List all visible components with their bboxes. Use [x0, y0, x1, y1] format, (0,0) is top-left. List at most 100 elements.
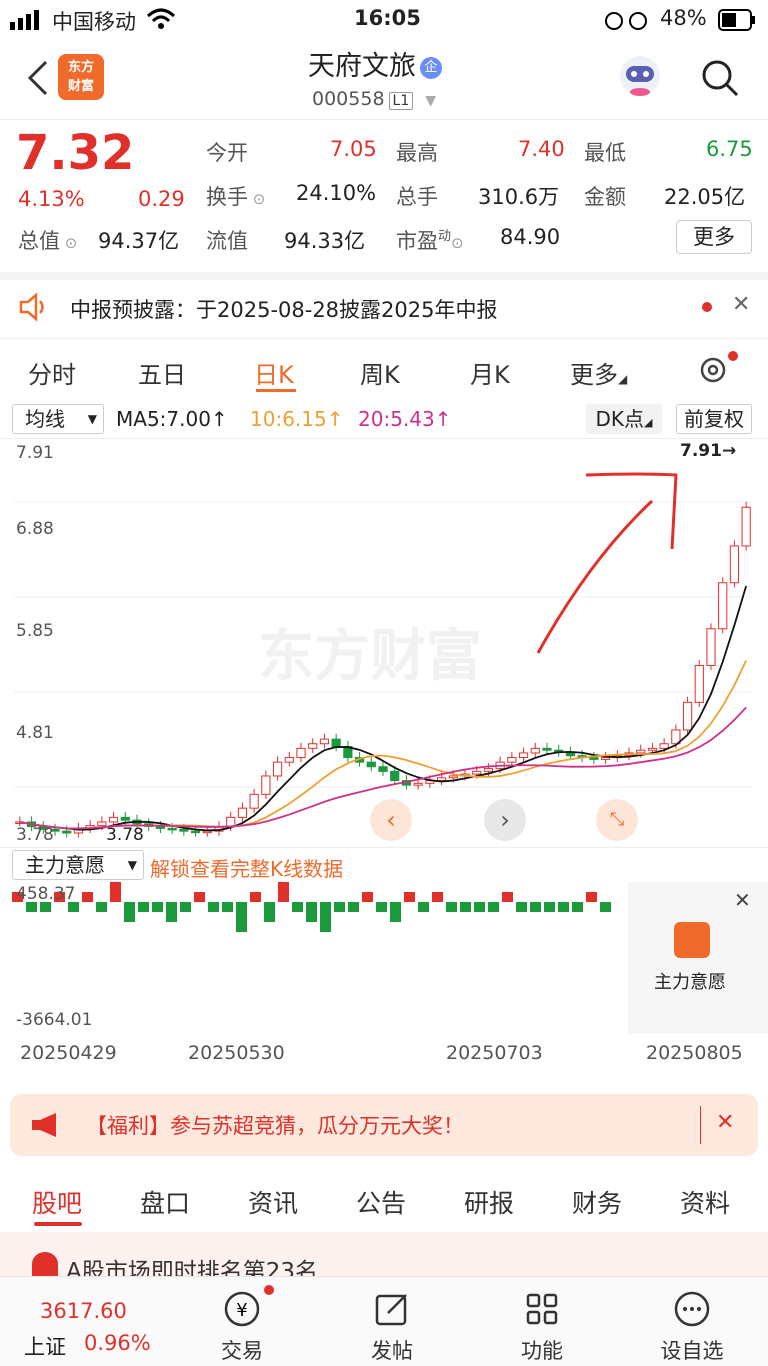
indicator-select[interactable]: 均线 ▼ — [12, 404, 104, 434]
assistant-robot-icon[interactable] — [618, 50, 662, 100]
search-icon[interactable] — [700, 58, 740, 98]
kline-chart[interactable]: 东方财富 7.91 6.88 5.85 4.81 3.78 7.91→ 3.78… — [0, 438, 768, 848]
candle-body — [167, 827, 177, 831]
active-tab-indicator — [34, 1222, 82, 1226]
svg-text:¥: ¥ — [236, 1300, 247, 1321]
level-badge: L1 — [388, 92, 414, 110]
tab-minute[interactable]: 分时 — [28, 355, 76, 390]
index-value[interactable]: 3617.60 — [40, 1299, 127, 1323]
more-quote-button[interactable]: 更多 — [676, 220, 752, 254]
indicator-bar — [250, 892, 261, 902]
candle-body — [741, 506, 751, 547]
function-icon[interactable] — [522, 1289, 562, 1329]
indicator-bar — [586, 892, 597, 902]
indicator-bar — [376, 902, 387, 912]
indicator-locked-panel[interactable]: ✕ 主力意愿 — [628, 882, 768, 1034]
nav-trade[interactable]: 交易 — [182, 1335, 302, 1365]
status-bar: 中国移动 16:05 48% — [0, 0, 768, 40]
volume-label: 总手 — [396, 185, 438, 209]
annotation-arrow — [536, 499, 654, 654]
stock-code[interactable]: 000558 L1 ▼ — [312, 88, 436, 110]
candle-body — [718, 582, 728, 630]
carrier: 中国移动 — [52, 10, 136, 34]
post-icon[interactable] — [372, 1289, 412, 1329]
indicator-bar — [474, 902, 485, 912]
nav-add-watchlist[interactable]: 设自选 — [632, 1335, 752, 1365]
candle-body — [694, 665, 704, 703]
enterprise-badge: 企 — [420, 56, 442, 79]
back-icon[interactable] — [24, 60, 50, 96]
indicator-bar — [446, 902, 457, 912]
candle-body — [272, 761, 283, 777]
speaker-icon — [19, 292, 44, 322]
promo-banner[interactable]: 【福利】参与苏超竞猜，瓜分万元大奖！ ✕ — [10, 1094, 758, 1156]
change-amount: 0.29 — [138, 187, 185, 211]
expand-icon[interactable]: ⤡ — [596, 799, 638, 841]
dk-point-button[interactable]: DK点◢ — [586, 404, 662, 434]
trade-icon[interactable]: ¥ — [222, 1289, 262, 1329]
gear-icon[interactable] — [696, 353, 730, 387]
candle-body — [542, 747, 552, 751]
tab-announcement[interactable]: 公告 — [356, 1184, 406, 1220]
indicator-svg — [12, 882, 611, 932]
kline-svg — [14, 472, 752, 838]
more-options-icon[interactable] — [672, 1289, 712, 1329]
candle-body — [530, 747, 540, 754]
rank-icon — [32, 1252, 58, 1276]
total-cap-label: 总值 ⊙ — [18, 229, 78, 253]
notice-bar[interactable]: 中报预披露：于2025-08-28披露2025年中报 ✕ — [0, 272, 768, 330]
candle-body — [261, 775, 271, 795]
chart-prev-button[interactable]: ‹ — [370, 799, 412, 841]
chart-next-button[interactable]: › — [484, 799, 526, 841]
nav-function[interactable]: 功能 — [482, 1335, 602, 1365]
indicator-bar — [334, 902, 345, 912]
indicator-bar — [544, 902, 555, 912]
candle-body — [120, 816, 130, 821]
tab-guba[interactable]: 股吧 — [32, 1184, 82, 1220]
tab-profile[interactable]: 资料 — [680, 1184, 730, 1220]
y-tick: 7.91 — [16, 443, 54, 463]
indicator-bar: 主力意愿 ▼ 解锁查看完整K线数据 — [0, 848, 768, 882]
stock-title: 天府文旅企 — [308, 44, 442, 83]
tab-finance[interactable]: 财务 — [572, 1184, 622, 1220]
candle-body — [413, 782, 423, 786]
tab-more[interactable]: 更多◢ — [570, 355, 627, 390]
indicator-bar — [390, 902, 401, 922]
amount-label: 金额 — [584, 185, 626, 209]
close-icon[interactable]: ✕ — [716, 1110, 734, 1135]
tab-pankou[interactable]: 盘口 — [140, 1184, 190, 1220]
nav-post[interactable]: 发帖 — [332, 1335, 452, 1365]
tab-five-day[interactable]: 五日 — [138, 355, 186, 390]
candle-body — [600, 757, 611, 760]
unlock-link[interactable]: 解锁查看完整K线数据 — [150, 853, 343, 882]
alarm-icon — [605, 12, 647, 30]
pe-label: 市盈动⊙ — [396, 229, 464, 253]
tab-daily-k[interactable]: 日K — [254, 355, 294, 390]
close-icon[interactable]: ✕ — [734, 888, 751, 912]
indicator-bar — [152, 902, 163, 912]
float-cap-label: 流值 — [206, 229, 248, 253]
indicator-bar — [418, 902, 429, 912]
tab-news[interactable]: 资讯 — [248, 1184, 298, 1220]
candle-body — [284, 757, 294, 763]
indicator-select[interactable]: 主力意愿 ▼ — [12, 850, 144, 880]
candle-body — [155, 826, 166, 829]
tab-weekly-k[interactable]: 周K — [360, 355, 400, 390]
candle-body — [518, 752, 529, 759]
close-icon[interactable]: ✕ — [732, 292, 750, 317]
banner-text: 【福利】参与苏超竞猜，瓜分万元大奖！ — [86, 1114, 464, 1138]
candle-body — [436, 777, 447, 782]
candle-body — [308, 743, 318, 749]
date-label: 20250429 — [20, 1042, 117, 1064]
y-tick: 5.85 — [16, 621, 54, 641]
battery-icon — [718, 9, 755, 31]
rank-strip[interactable]: A股市场即时排名第23名 — [0, 1232, 768, 1285]
indicator-bar — [82, 892, 93, 902]
indicator-bar — [488, 902, 499, 912]
tab-monthly-k[interactable]: 月K — [470, 355, 510, 390]
app-logo[interactable]: 东方 财富 — [58, 54, 104, 100]
indicator-bar — [502, 892, 513, 902]
indicator-bar — [166, 902, 177, 922]
adjust-button[interactable]: 前复权 — [676, 404, 752, 434]
tab-research[interactable]: 研报 — [464, 1184, 514, 1220]
